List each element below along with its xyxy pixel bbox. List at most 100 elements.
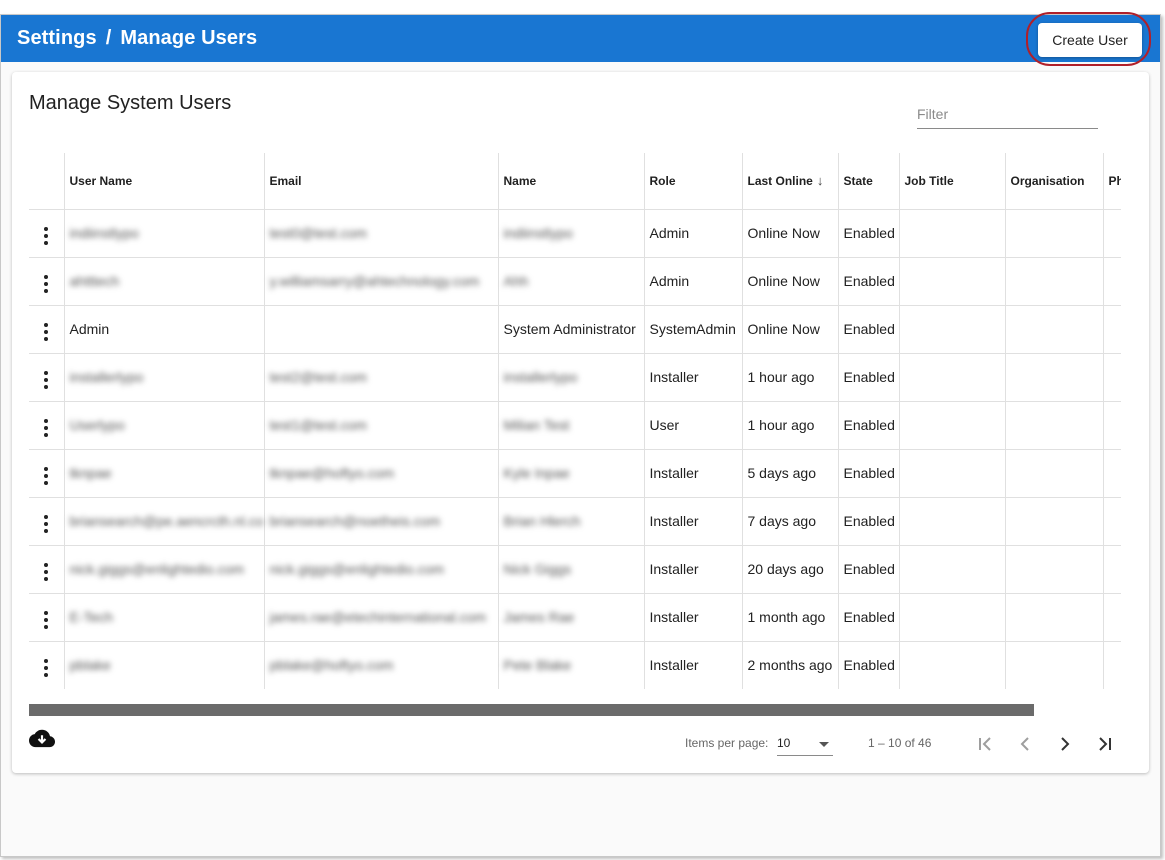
top-bar: Settings / Manage Users Create User xyxy=(1,12,1160,66)
cell-user-name: E-Tech xyxy=(64,593,265,642)
cell-job-title xyxy=(899,257,1006,306)
column-header-last-online[interactable]: Last Online ↓ xyxy=(742,153,839,210)
table-row[interactable]: Userlypo test1@test.com Milian Test User 1 h… xyxy=(29,401,1121,450)
cell-name: Ahh xyxy=(498,257,645,306)
table-row[interactable]: nick.giggs@enlightedio.com nick.giggs@enl… xyxy=(29,545,1121,594)
column-header-job-title[interactable]: Job Title xyxy=(899,153,1006,210)
cell-role: Installer xyxy=(644,353,743,402)
caret-down-icon xyxy=(819,742,829,747)
cell-state: Enabled xyxy=(838,353,900,402)
cell-job-title xyxy=(899,353,1006,402)
cell-user-name: pblake xyxy=(64,641,265,689)
cell-job-title xyxy=(899,641,1006,689)
more-vert-icon[interactable] xyxy=(38,367,54,393)
more-vert-icon[interactable] xyxy=(38,463,54,489)
cell-email: briansearch@noetheis.com xyxy=(264,497,499,546)
column-header-email[interactable]: Email xyxy=(264,153,499,210)
cell-phone xyxy=(1103,401,1121,450)
column-header-organisation[interactable]: Organisation xyxy=(1005,153,1104,210)
cell-state: Enabled xyxy=(838,209,900,258)
cell-last-online: 20 days ago xyxy=(742,545,839,594)
row-actions-cell xyxy=(29,545,65,594)
cell-job-title xyxy=(899,305,1006,354)
cell-organisation xyxy=(1005,641,1104,689)
column-header-role[interactable]: Role xyxy=(644,153,743,210)
table-body: indiinstlypo test0@test.com indiinstlypo Ad… xyxy=(29,209,1121,689)
cell-last-online: 1 month ago xyxy=(742,593,839,642)
filter-field[interactable] xyxy=(917,102,1098,129)
row-actions-cell xyxy=(29,449,65,498)
more-vert-icon[interactable] xyxy=(38,655,54,681)
cell-organisation xyxy=(1005,593,1104,642)
row-actions-cell xyxy=(29,401,65,450)
cell-name: installerlypo xyxy=(498,353,645,402)
cell-role: Installer xyxy=(644,545,743,594)
more-vert-icon[interactable] xyxy=(38,271,54,297)
filter-input[interactable] xyxy=(917,102,1098,122)
cell-name: Pete Blake xyxy=(498,641,645,689)
cell-user-name: tknpae xyxy=(64,449,265,498)
pagination-range: 1 – 10 of 46 xyxy=(868,736,932,750)
cell-state: Enabled xyxy=(838,449,900,498)
next-page-icon[interactable] xyxy=(1051,730,1079,758)
cell-phone xyxy=(1103,593,1121,642)
cell-state: Enabled xyxy=(838,305,900,354)
breadcrumb-settings[interactable]: Settings xyxy=(17,27,97,50)
cell-phone xyxy=(1103,353,1121,402)
table-row[interactable]: tknpae tknpae@hoftyo.com Kyle Inpae Install… xyxy=(29,449,1121,498)
cell-email: test0@test.com xyxy=(264,209,499,258)
cell-user-name: Admin xyxy=(64,305,265,354)
column-header-phone[interactable]: Ph xyxy=(1103,153,1121,210)
breadcrumb: Settings / Manage Users xyxy=(17,27,257,50)
cell-last-online: Online Now xyxy=(742,209,839,258)
table-row[interactable]: indiinstlypo test0@test.com indiinstlypo Ad… xyxy=(29,209,1121,258)
cell-last-online: Online Now xyxy=(742,257,839,306)
row-actions-cell xyxy=(29,593,65,642)
column-header-state[interactable]: State xyxy=(838,153,900,210)
row-actions-cell xyxy=(29,257,65,306)
more-vert-icon[interactable] xyxy=(38,511,54,537)
cell-organisation xyxy=(1005,209,1104,258)
table-row[interactable]: ahtttech y.williamsarry@ahtechnology.com A… xyxy=(29,257,1121,306)
first-page-icon[interactable] xyxy=(971,730,999,758)
previous-page-icon[interactable] xyxy=(1011,730,1039,758)
more-vert-icon[interactable] xyxy=(38,559,54,585)
column-header-user-name[interactable]: User Name xyxy=(64,153,265,210)
row-actions-cell xyxy=(29,353,65,402)
items-per-page-select[interactable]: 10 xyxy=(777,732,833,756)
cell-email: nick.giggs@enlightedio.com xyxy=(264,545,499,594)
more-vert-icon[interactable] xyxy=(38,319,54,345)
more-vert-icon[interactable] xyxy=(38,607,54,633)
table-row[interactable]: briansearch@pe.aencrcth.nl.co briansearch… xyxy=(29,497,1121,546)
scrollbar-thumb[interactable] xyxy=(29,704,1034,716)
row-actions-cell xyxy=(29,641,65,689)
table-row[interactable]: pblake pblake@hoftyo.com Pete Blake Install… xyxy=(29,641,1121,689)
cloud-download-icon[interactable] xyxy=(29,728,55,750)
table-row[interactable]: Admin System Administrator SystemAdmin Onli… xyxy=(29,305,1121,354)
cell-phone xyxy=(1103,449,1121,498)
table-row[interactable]: E-Tech james.rae@etechinternational.com Ja… xyxy=(29,593,1121,642)
cell-organisation xyxy=(1005,257,1104,306)
more-vert-icon[interactable] xyxy=(38,415,54,441)
column-header-name[interactable]: Name xyxy=(498,153,645,210)
table-row[interactable]: installerlypo test2@test.com installerlypo… xyxy=(29,353,1121,402)
cell-phone xyxy=(1103,497,1121,546)
more-vert-icon[interactable] xyxy=(38,223,54,249)
cell-organisation xyxy=(1005,545,1104,594)
cell-phone xyxy=(1103,545,1121,594)
cell-phone xyxy=(1103,257,1121,306)
cell-user-name: indiinstlypo xyxy=(64,209,265,258)
cell-job-title xyxy=(899,209,1006,258)
cell-last-online: 7 days ago xyxy=(742,497,839,546)
row-actions-cell xyxy=(29,305,65,354)
users-table-container: User Name Email Name Role Last Online ↓ S… xyxy=(29,153,1121,689)
cell-role: SystemAdmin xyxy=(644,305,743,354)
last-page-icon[interactable] xyxy=(1091,730,1119,758)
cell-state: Enabled xyxy=(838,257,900,306)
breadcrumb-manage-users: Manage Users xyxy=(120,27,258,49)
cell-name: Brian Hlerch xyxy=(498,497,645,546)
column-header-actions xyxy=(29,153,65,210)
create-user-button[interactable]: Create User xyxy=(1038,23,1142,57)
horizontal-scrollbar[interactable] xyxy=(29,704,1121,716)
row-actions-cell xyxy=(29,209,65,258)
